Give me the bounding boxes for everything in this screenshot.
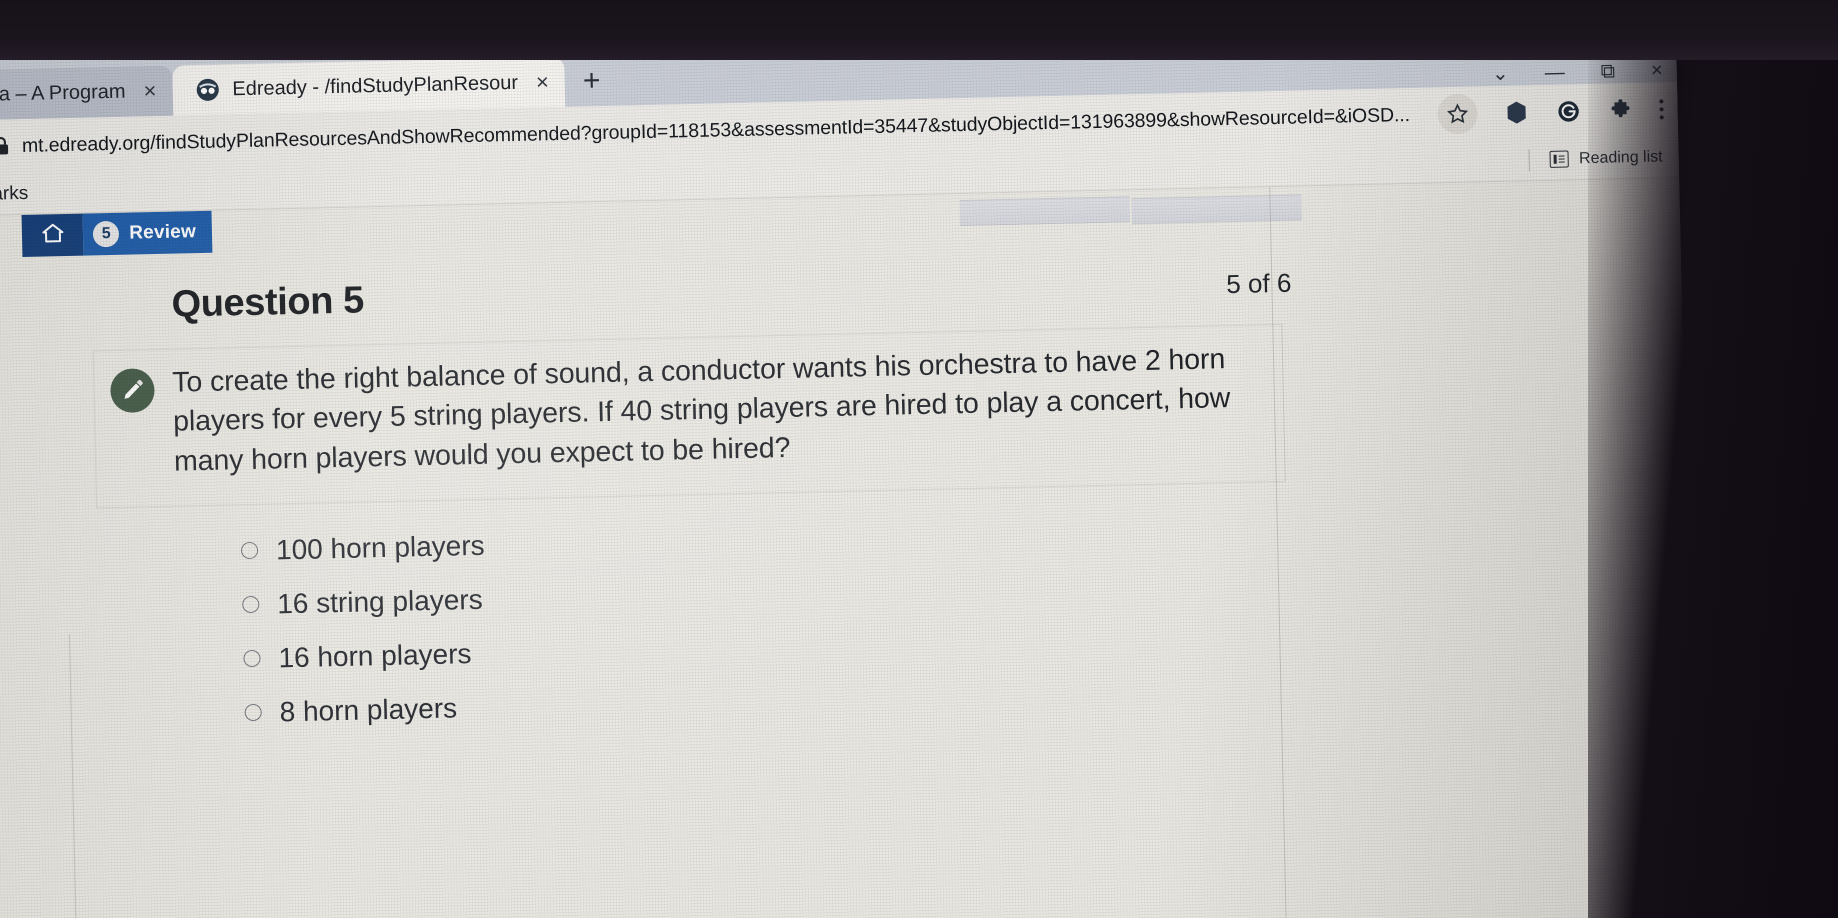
bookmark-star-icon[interactable]: [1437, 93, 1479, 135]
screen-bezel-right: [1588, 0, 1838, 918]
bookmarks-label[interactable]: kmarks: [0, 182, 29, 205]
step-badge: 5: [92, 220, 120, 248]
radio-button-icon[interactable]: [243, 650, 261, 668]
question-counter: 5 of 6: [1225, 267, 1292, 300]
screen-bezel-top: [0, 0, 1838, 60]
page-header-seam-left: [959, 196, 1130, 227]
grammarly-icon[interactable]: [1555, 98, 1582, 125]
pencil-icon: [109, 368, 155, 414]
question-text: To create the right balance of sound, a …: [171, 343, 1231, 478]
radio-button-icon[interactable]: [240, 542, 259, 560]
toolbar-divider: [1528, 148, 1531, 171]
browser-tab-1[interactable]: Edready - /findStudyPlanResour ×: [171, 56, 566, 116]
new-tab-button[interactable]: +: [582, 64, 601, 106]
answer-option-3-label: 8 horn players: [279, 692, 458, 728]
answer-option-3[interactable]: 8 horn players: [244, 665, 1690, 729]
answer-option-1[interactable]: 16 string players: [242, 557, 1688, 621]
browser-tab-0-close-icon[interactable]: ×: [143, 78, 156, 103]
question-header: Question 5 5 of 6: [171, 259, 1292, 327]
review-tab[interactable]: 5 Review: [82, 210, 213, 256]
answer-option-0-label: 100 horn players: [275, 529, 485, 566]
home-icon: [39, 221, 66, 251]
answer-option-1-label: 16 string players: [276, 583, 484, 620]
lock-icon: [0, 136, 10, 156]
answer-options: 100 horn players 16 string players 16 ho…: [240, 503, 1691, 729]
radio-button-icon[interactable]: [242, 596, 260, 614]
page-title: Question 5: [171, 279, 365, 326]
browser-tab-0-title: a – A Program: [0, 80, 126, 105]
answer-option-0[interactable]: 100 horn players: [240, 503, 1687, 567]
answer-option-2-label: 16 horn players: [278, 638, 472, 674]
question-container: Question 5 5 of 6 To create the right ba…: [0, 220, 1691, 735]
review-label: Review: [129, 221, 197, 244]
edready-favicon-icon: [194, 77, 221, 104]
minimize-icon[interactable]: —: [1545, 62, 1565, 84]
page-header-seam-right: [1131, 194, 1302, 225]
profile-avatar-icon[interactable]: [1503, 99, 1530, 126]
question-body: To create the right balance of sound, a …: [92, 323, 1286, 509]
edready-page: 5 Review Question 5 5 of 6 To create the…: [0, 177, 1697, 918]
browser-tab-0[interactable]: a – A Program ×: [0, 65, 173, 120]
photo-of-laptop-screen: a – A Program × Edready - /findStudyPlan…: [0, 0, 1838, 918]
reading-list-icon: [1549, 150, 1570, 168]
browser-tab-1-title: Edready - /findStudyPlanResour: [232, 71, 519, 100]
browser-tab-1-close-icon[interactable]: ×: [536, 69, 549, 94]
chevron-down-icon[interactable]: ⌄: [1492, 63, 1509, 85]
radio-button-icon[interactable]: [244, 704, 262, 722]
home-button[interactable]: [21, 213, 84, 258]
edready-navigation-bar: 5 Review: [21, 210, 213, 258]
laptop-screen: a – A Program × Edready - /findStudyPlan…: [0, 20, 1697, 918]
answer-option-2[interactable]: 16 horn players: [243, 611, 1689, 675]
